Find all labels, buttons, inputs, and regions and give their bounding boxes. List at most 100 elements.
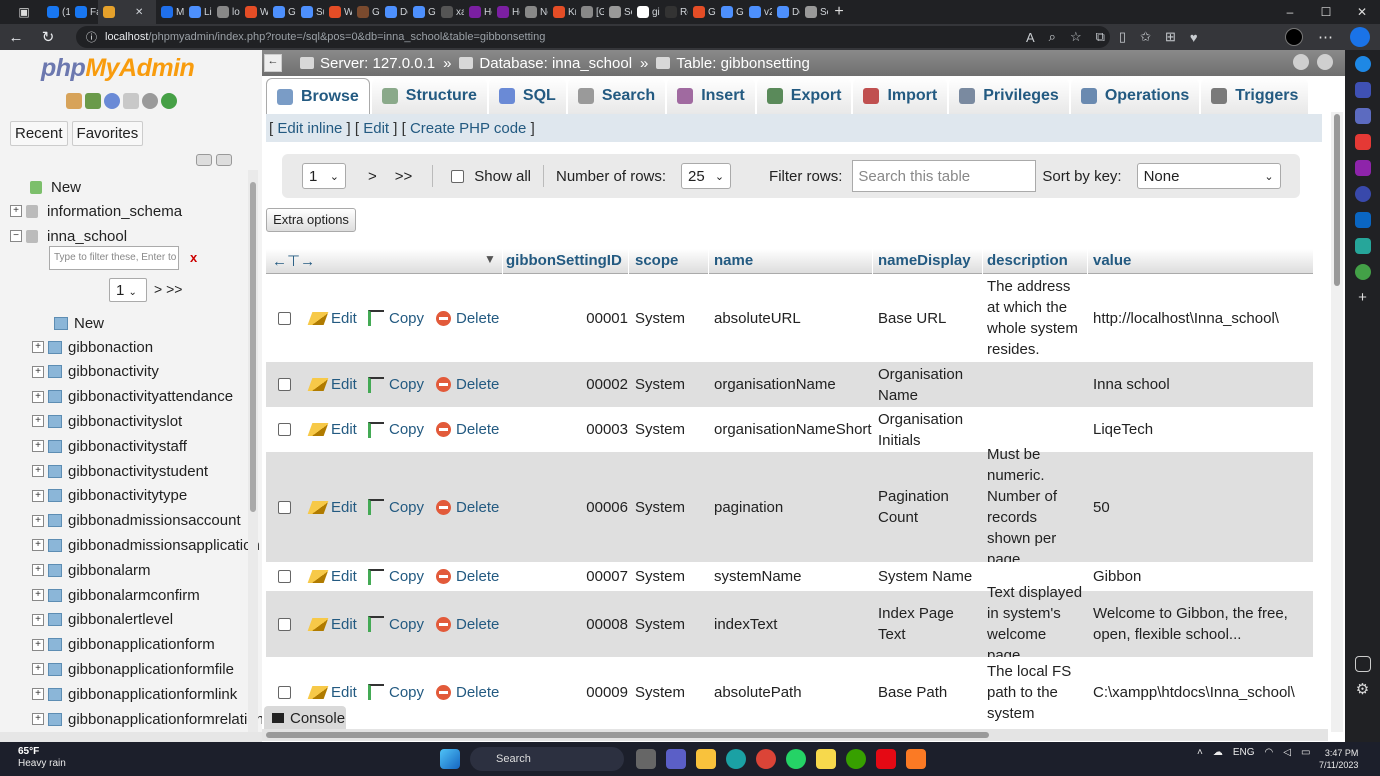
browser-tab[interactable]: Dov: [772, 0, 800, 24]
column-header-namedisplay[interactable]: nameDisplay: [878, 252, 971, 269]
close-window-button[interactable]: ✕: [1344, 5, 1380, 19]
notification-icon[interactable]: [1354, 56, 1371, 72]
cell-name[interactable]: absolutePath: [714, 657, 870, 727]
add-icon[interactable]: +: [1355, 290, 1371, 306]
expand-icon[interactable]: +: [32, 440, 44, 453]
sort-dropdown-icon[interactable]: ▼: [484, 252, 496, 266]
sidebar-table-item[interactable]: + gibbonactivityslot: [32, 410, 182, 432]
cell-value[interactable]: Inna school: [1093, 362, 1303, 407]
logout-icon[interactable]: [85, 93, 101, 109]
sidebar-table-item[interactable]: + gibbonadmissionsaccount: [32, 510, 241, 532]
row-checkbox[interactable]: [278, 423, 291, 436]
tree-db-inna-school[interactable]: − inna_school: [10, 225, 127, 247]
cell-name[interactable]: pagination: [714, 452, 870, 562]
collapse-nav-button[interactable]: ←: [264, 54, 282, 72]
recent-button[interactable]: Recent: [10, 121, 68, 146]
browser-tab[interactable]: Gibl: [352, 0, 380, 24]
browser-tab[interactable]: Gibl: [716, 0, 744, 24]
breadcrumb-server[interactable]: Server: 127.0.0.1: [300, 55, 435, 72]
volume-icon[interactable]: ◁: [1283, 747, 1291, 758]
delete-row-button[interactable]: Delete: [436, 362, 499, 407]
tab-insert[interactable]: Insert: [667, 78, 755, 114]
help-icon[interactable]: [104, 93, 120, 109]
expand-icon[interactable]: +: [32, 514, 44, 527]
tab-browse[interactable]: Browse: [266, 78, 370, 114]
sidebar-table-item[interactable]: + gibbonalarmconfirm: [32, 584, 200, 606]
cell-gibbonsettingid[interactable]: 00009: [566, 657, 628, 727]
sidebar-table-item[interactable]: + gibbonalarm: [32, 559, 151, 581]
reload-nav-icon[interactable]: [161, 93, 177, 109]
settings-icon[interactable]: [142, 93, 158, 109]
cell-scope[interactable]: System: [635, 591, 707, 657]
browser-tab[interactable]: How: [492, 0, 520, 24]
drop-icon[interactable]: [1354, 264, 1371, 280]
copy-row-button[interactable]: Copy: [368, 274, 424, 362]
row-select[interactable]: [278, 452, 291, 562]
cell-scope[interactable]: System: [635, 407, 707, 452]
new-tab-button[interactable]: +: [828, 3, 850, 21]
split-screen-icon[interactable]: ▯: [1119, 29, 1126, 45]
cell-namedisplay[interactable]: System Name: [878, 562, 982, 591]
filter-rows-input[interactable]: Search this table: [852, 160, 1037, 192]
browser-tab[interactable]: Gibl: [268, 0, 296, 24]
rows-select[interactable]: 25 ⌄: [681, 163, 732, 189]
delete-row-button[interactable]: Delete: [436, 452, 499, 562]
read-aloud-icon[interactable]: A: [1026, 30, 1035, 45]
favorites-icon[interactable]: ✩: [1140, 29, 1151, 45]
cell-value[interactable]: LiqeTech: [1093, 407, 1303, 452]
link-with-main-icon[interactable]: [216, 154, 232, 166]
cell-name[interactable]: indexText: [714, 591, 870, 657]
browser-tab[interactable]: Gibl: [408, 0, 436, 24]
settings-gear-icon[interactable]: ⚙: [1355, 682, 1371, 698]
browser-tab[interactable]: Sup: [296, 0, 324, 24]
weather-widget[interactable]: 65°F Heavy rain: [18, 746, 66, 770]
copilot-icon[interactable]: [1354, 186, 1371, 202]
tab-import[interactable]: Import: [853, 78, 948, 114]
cell-namedisplay[interactable]: Base URL: [878, 274, 982, 362]
collections-icon[interactable]: ⊞: [1165, 29, 1176, 45]
browser-tab[interactable]: Face: [70, 0, 98, 24]
browser-tab[interactable]: xam: [436, 0, 464, 24]
expand-icon[interactable]: +: [32, 564, 44, 577]
cell-value[interactable]: 50: [1093, 452, 1303, 562]
taskbar-search[interactable]: Search: [470, 747, 624, 771]
send-icon[interactable]: [1354, 238, 1371, 254]
breadcrumb-table[interactable]: Table: gibbonsetting: [656, 55, 810, 72]
sidebar-hscrollbar[interactable]: [0, 732, 262, 742]
row-checkbox[interactable]: [278, 500, 291, 514]
more-menu-icon[interactable]: ⋯: [1318, 28, 1333, 46]
page-settings-icon[interactable]: [1293, 54, 1309, 70]
delete-row-button[interactable]: Delete: [436, 274, 499, 362]
whatsapp-icon[interactable]: [786, 749, 806, 769]
edit-row-button[interactable]: Edit: [307, 407, 357, 452]
copy-row-button[interactable]: Copy: [368, 657, 424, 727]
edit-row-button[interactable]: Edit: [307, 274, 357, 362]
xampp-icon[interactable]: [906, 749, 926, 769]
column-header-scope[interactable]: scope: [635, 252, 678, 269]
cell-gibbonsettingid[interactable]: 00001: [566, 274, 628, 362]
start-icon[interactable]: [440, 749, 460, 769]
browser-tab[interactable]: [Gil: [576, 0, 604, 24]
maximize-button[interactable]: ☐: [1308, 5, 1344, 19]
cell-namedisplay[interactable]: Organisation Initials: [878, 407, 982, 452]
favorite-star-icon[interactable]: ☆: [1070, 29, 1082, 45]
edit-link[interactable]: Edit: [363, 120, 389, 137]
column-header-gibbonsettingid[interactable]: gibbonSettingID: [506, 252, 622, 269]
tree-new-table[interactable]: New: [54, 312, 104, 334]
clock[interactable]: 3:47 PM 7/11/2023: [1319, 747, 1358, 771]
cell-description[interactable]: The address at which the whole system re…: [987, 274, 1083, 362]
expand-icon[interactable]: +: [32, 415, 44, 428]
expand-icon[interactable]: +: [32, 613, 44, 626]
sidebar-table-item[interactable]: + gibbonapplicationform: [32, 634, 215, 656]
browser-tab[interactable]: ✕: [98, 0, 156, 24]
page-select[interactable]: 1 ⌄: [302, 163, 346, 189]
main-hscrollbar[interactable]: [262, 729, 1328, 741]
sticky-notes-icon[interactable]: [816, 749, 836, 769]
browser-tab[interactable]: (1) F: [42, 0, 70, 24]
shopping-icon[interactable]: [1354, 108, 1371, 124]
docs-icon[interactable]: [123, 93, 139, 109]
sidebar-table-item[interactable]: + gibbonactivity: [32, 361, 159, 383]
browser-tab[interactable]: Gibl: [688, 0, 716, 24]
sidebar-table-item[interactable]: + gibbonalertlevel: [32, 609, 173, 631]
copy-row-button[interactable]: Copy: [368, 362, 424, 407]
